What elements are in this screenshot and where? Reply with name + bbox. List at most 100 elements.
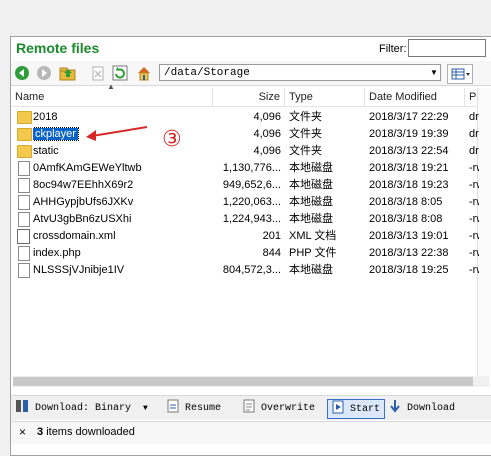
status-message: items downloaded xyxy=(46,426,135,438)
delete-icon[interactable] xyxy=(89,64,107,82)
view-mode-icon[interactable] xyxy=(447,64,473,84)
file-type: 本地磁盘 xyxy=(289,264,333,276)
file-icon xyxy=(18,212,30,227)
file-row[interactable]: AHHGypjbUfs6JXKv 1,220,063... 本地磁盘 2018/3/1… xyxy=(11,194,491,211)
file-row[interactable]: NLSSSjVJnibje1IV 804,572,3... 本地磁盘 2018/3/1… xyxy=(11,262,491,279)
file-permissions: -rw- xyxy=(469,196,479,208)
overwrite-button[interactable]: Overwrite xyxy=(243,399,315,417)
file-type: 文件夹 xyxy=(289,128,322,140)
file-icon xyxy=(18,263,30,278)
file-size: 1,224,943... xyxy=(222,213,281,225)
refresh-icon[interactable] xyxy=(111,64,129,82)
file-date-modified: 2018/3/19 19:39 xyxy=(369,128,449,140)
start-button[interactable]: Start xyxy=(327,399,386,419)
up-folder-icon[interactable] xyxy=(59,64,77,82)
file-permissions: -rw- xyxy=(469,162,479,174)
file-size: 201 xyxy=(262,230,281,242)
filter-input[interactable] xyxy=(408,39,486,57)
file-type: 本地磁盘 xyxy=(289,196,333,208)
file-row[interactable]: ckplayer 4,096 文件夹 2018/3/19 19:39 drw xyxy=(11,126,491,143)
file-size: 4,096 xyxy=(253,145,281,157)
column-type[interactable]: Type xyxy=(285,88,365,106)
panel-title: Remote files xyxy=(16,40,100,56)
file-row[interactable]: 0AmfKAmGEWeYltwb 1,130,776... 本地磁盘 2018/3/1… xyxy=(11,160,491,177)
download-mode-dropdown[interactable]: Download: Binary ▼ xyxy=(15,399,148,417)
horizontal-scrollbar-thumb[interactable] xyxy=(13,377,473,386)
file-type: 文件夹 xyxy=(289,111,322,123)
file-row[interactable]: 2018 4,096 文件夹 2018/3/17 22:29 drw xyxy=(11,109,491,126)
file-permissions: drw xyxy=(469,111,479,123)
file-type: XML 文档 xyxy=(289,230,337,242)
chevron-down-icon: ▼ xyxy=(143,404,148,413)
file-icon xyxy=(18,195,30,210)
column-permissions[interactable]: Per xyxy=(465,88,477,106)
file-type: PHP 文件 xyxy=(289,247,337,259)
column-date-modified[interactable]: Date Modified xyxy=(365,88,465,106)
file-permissions: -rw- xyxy=(469,247,479,259)
path-dropdown-icon[interactable]: ▼ xyxy=(428,64,440,81)
file-permissions: drw xyxy=(469,145,479,157)
file-type: 文件夹 xyxy=(289,145,322,157)
file-date-modified: 2018/3/13 19:01 xyxy=(369,230,449,242)
status-text: 3 items downloaded xyxy=(37,426,135,438)
file-name: 0AmfKAmGEWeYltwb xyxy=(33,162,142,174)
file-name: crossdomain.xml xyxy=(33,230,116,242)
file-name: 2018 xyxy=(33,111,58,123)
download-button[interactable]: Download xyxy=(389,399,455,417)
file-name: AtvU3gbBn6zUSXhi xyxy=(33,213,132,225)
file-date-modified: 2018/3/18 8:05 xyxy=(369,196,443,208)
status-bar: × 3 items downloaded xyxy=(11,421,491,444)
column-name[interactable]: Name xyxy=(11,88,213,106)
file-size: 1,130,776... xyxy=(222,162,281,174)
folder-icon xyxy=(17,111,32,124)
file-size: 4,096 xyxy=(253,128,281,140)
column-size[interactable]: Size xyxy=(213,88,285,106)
start-label: Start xyxy=(350,404,381,415)
file-date-modified: 2018/3/13 22:38 xyxy=(369,247,449,259)
file-name: static xyxy=(33,145,59,157)
overwrite-label: Overwrite xyxy=(261,403,316,414)
forward-icon[interactable] xyxy=(35,64,53,82)
file-permissions: -rw- xyxy=(469,230,479,242)
file-size: 844 xyxy=(262,247,281,259)
back-icon[interactable] xyxy=(13,64,31,82)
file-date-modified: 2018/3/13 22:54 xyxy=(369,145,449,157)
toolbar: /data/Storage ▼ xyxy=(11,61,491,86)
file-type: 本地磁盘 xyxy=(289,162,333,174)
file-date-modified: 2018/3/18 19:23 xyxy=(369,179,449,191)
selected-file-name: ckplayer xyxy=(33,127,79,141)
folder-icon xyxy=(17,145,32,158)
download-label: Download xyxy=(407,403,456,414)
file-date-modified: 2018/3/18 8:08 xyxy=(369,213,443,225)
file-size: 1,220,063... xyxy=(222,196,281,208)
file-permissions: drw xyxy=(469,128,479,140)
file-permissions: -rw- xyxy=(469,179,479,191)
horizontal-scrollbar[interactable] xyxy=(13,376,489,387)
close-icon[interactable]: × xyxy=(19,425,26,439)
resume-label: Resume xyxy=(185,403,222,414)
file-icon xyxy=(18,161,30,176)
resume-button[interactable]: Resume xyxy=(167,399,221,417)
file-icon xyxy=(18,178,30,193)
file-name: AHHGypjbUfs6JXKv xyxy=(33,196,134,208)
column-headers: ▲ Name Size Type Date Modified Per xyxy=(11,82,491,107)
file-row[interactable]: 8oc94w7EEhhX69r2 949,652,6... 本地磁盘 2018/3/1… xyxy=(11,177,491,194)
file-permissions: -rw- xyxy=(469,264,479,276)
status-count: 3 xyxy=(37,426,44,438)
file-name: ckplayer xyxy=(33,126,213,143)
download-mode-label: Download: Binary xyxy=(35,403,132,414)
file-size: 4,096 xyxy=(253,111,281,123)
file-row[interactable]: index.php 844 PHP 文件 2018/3/13 22:38 -rw- xyxy=(11,245,491,262)
path-input[interactable]: /data/Storage xyxy=(159,64,441,81)
file-row[interactable]: AtvU3gbBn6zUSXhi 1,224,943... 本地磁盘 2018/3/1… xyxy=(11,211,491,228)
file-size: 804,572,3... xyxy=(222,264,281,276)
file-size: 949,652,6... xyxy=(222,179,281,191)
file-type: 本地磁盘 xyxy=(289,213,333,225)
file-row[interactable]: static 4,096 文件夹 2018/3/13 22:54 drw xyxy=(11,143,491,160)
home-icon[interactable] xyxy=(135,64,153,82)
file-date-modified: 2018/3/18 19:21 xyxy=(369,162,449,174)
file-name: 8oc94w7EEhhX69r2 xyxy=(33,179,134,191)
file-row[interactable]: crossdomain.xml 201 XML 文档 2018/3/13 19:01 -… xyxy=(11,228,491,245)
file-permissions: -rw- xyxy=(469,213,479,225)
file-name: index.php xyxy=(33,247,81,259)
